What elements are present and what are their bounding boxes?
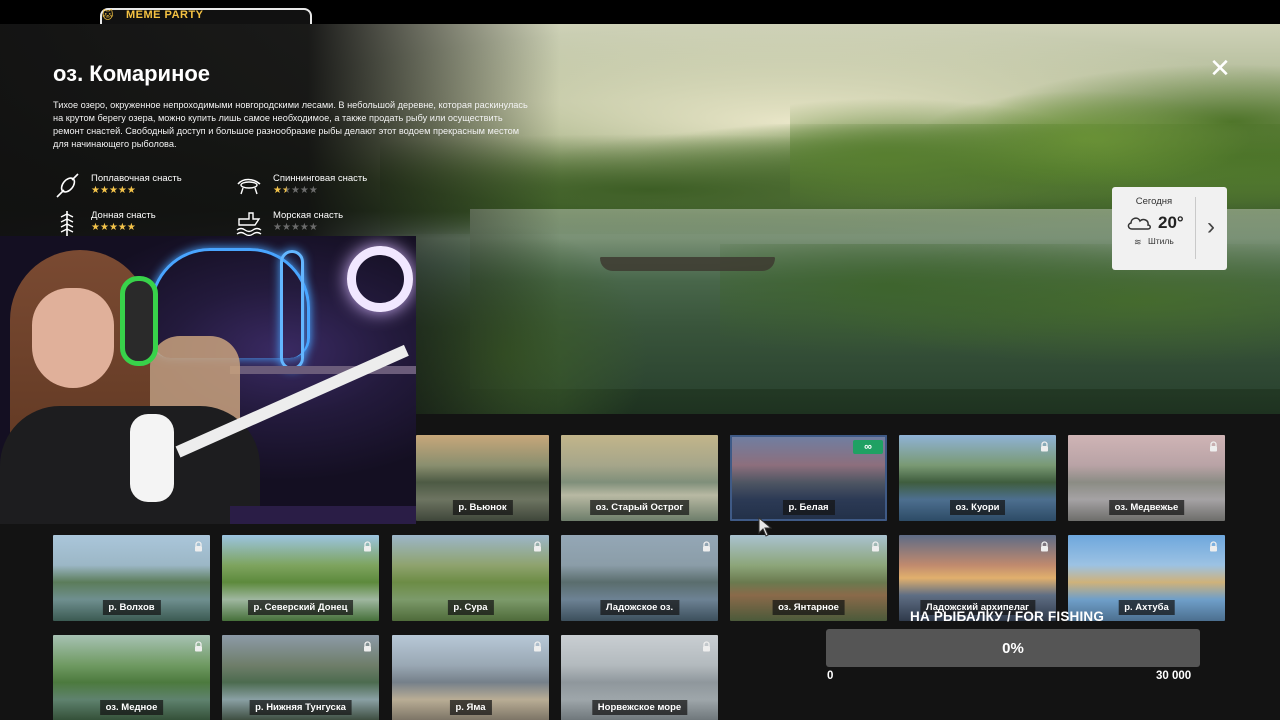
spinning-rod-icon — [237, 178, 261, 195]
location-name: Норвежское море — [591, 700, 688, 715]
lock-icon — [534, 541, 541, 552]
fishing-goal-progress-bar: 0% — [826, 629, 1200, 667]
lock-icon — [872, 541, 879, 552]
sea-rod-icon — [236, 212, 262, 237]
progress-percent: 0% — [1002, 640, 1024, 657]
location-name: оз. Медное — [99, 700, 164, 715]
location-card[interactable]: р. Сура — [392, 535, 549, 621]
location-card[interactable]: Норвежское море — [561, 635, 718, 720]
float-rod-icon — [56, 173, 79, 198]
location-card[interactable]: оз. Медное — [53, 635, 210, 720]
microphone — [130, 414, 174, 502]
weather-widget[interactable]: Сегодня 20° ≋ Штиль › — [1112, 187, 1227, 270]
chevron-right-icon[interactable]: › — [1200, 213, 1222, 243]
location-name: р. Белая — [782, 500, 835, 515]
lock-icon — [195, 541, 202, 552]
location-name: р. Вьюнок — [452, 500, 513, 515]
lock-icon — [1210, 541, 1217, 552]
location-name: оз. Старый Острог — [589, 500, 690, 515]
progress-min: 0 — [827, 670, 834, 682]
lock-icon — [534, 641, 541, 652]
page-title: оз. Комариное — [53, 61, 211, 86]
lock-icon — [703, 541, 710, 552]
location-name: Ладожское оз. — [599, 600, 680, 615]
tackle-label: Донная снасть — [91, 210, 156, 221]
location-name: р. Волхов — [102, 600, 161, 615]
location-card[interactable]: р. Яма — [392, 635, 549, 720]
lock-icon — [703, 641, 710, 652]
cloud-icon — [1127, 217, 1151, 230]
lock-icon — [195, 641, 202, 652]
infinity-badge: ∞ — [853, 440, 883, 454]
wind-icon: ≋ — [1134, 237, 1142, 247]
tackle-stars: ★★★★★ — [273, 185, 318, 196]
weather-day: Сегодня — [1135, 196, 1173, 207]
lake-description: Тихое озеро, окруженное непроходимыми но… — [53, 100, 528, 149]
mouse-cursor-icon — [758, 517, 772, 537]
tackle-label: Морская снасть — [273, 210, 344, 221]
location-name: оз. Куори — [949, 500, 1006, 515]
streamer-webcam — [0, 236, 416, 524]
tackle-stars: ★★★★★ — [91, 185, 136, 196]
location-card[interactable]: оз. Куори — [899, 435, 1056, 521]
boat — [600, 257, 775, 271]
weather-divider — [1195, 197, 1196, 259]
weather-wind: Штиль — [1148, 236, 1174, 246]
stream-badge-text: MEME PARTY — [126, 9, 204, 21]
location-card[interactable]: оз. Медвежье — [1068, 435, 1225, 521]
location-name: оз. Янтарное — [772, 600, 845, 615]
location-card[interactable]: р. Белая ∞ — [730, 435, 887, 521]
location-name: р. Ахтуба — [1118, 600, 1175, 615]
tackle-label: Спиннинговая снасть — [273, 173, 368, 184]
weather-temperature: 20° — [1158, 213, 1184, 232]
fishing-goal-title: НА РЫБАЛКУ / FOR FISHING — [910, 609, 1105, 624]
lock-icon — [1041, 541, 1048, 552]
location-card[interactable]: оз. Старый Острог — [561, 435, 718, 521]
tackle-stars: ★★★★★ — [273, 222, 318, 233]
location-card[interactable]: Ладожское оз. — [561, 535, 718, 621]
location-name: р. Северский Донец — [247, 600, 354, 615]
location-name: р. Яма — [449, 700, 492, 715]
location-name: р. Сура — [447, 600, 494, 615]
progress-max: 30 000 — [1156, 670, 1192, 682]
location-card[interactable]: р. Вьюнок — [416, 435, 549, 521]
lock-icon — [1210, 441, 1217, 452]
lock-icon — [1041, 441, 1048, 452]
lock-icon — [364, 541, 371, 552]
headset — [120, 276, 158, 366]
lock-icon — [364, 641, 371, 652]
tackle-label: Поплавочная снасть — [91, 173, 182, 184]
location-card[interactable]: оз. Янтарное — [730, 535, 887, 621]
location-card[interactable]: р. Волхов — [53, 535, 210, 621]
location-card[interactable]: р. Нижняя Тунгуска — [222, 635, 379, 720]
location-name: оз. Медвежье — [1108, 500, 1185, 515]
tackle-float: Поплавочная снасть ★★★★★ — [53, 172, 233, 208]
bottom-rod-icon — [60, 211, 74, 236]
tackle-stars: ★★★★★ — [91, 222, 136, 233]
location-card[interactable]: р. Северский Донец — [222, 535, 379, 621]
ring-light — [347, 246, 413, 312]
tackle-spinning: Спиннинговая снасть ★★★★★ — [235, 172, 415, 208]
location-name: р. Нижняя Тунгуска — [249, 700, 352, 715]
game-screen: 🐱 MEME PARTY ✕ оз. Комариное Тихое озеро… — [0, 0, 1280, 720]
close-icon[interactable]: ✕ — [1207, 55, 1233, 82]
cat-icon: 🐱 — [102, 10, 114, 22]
